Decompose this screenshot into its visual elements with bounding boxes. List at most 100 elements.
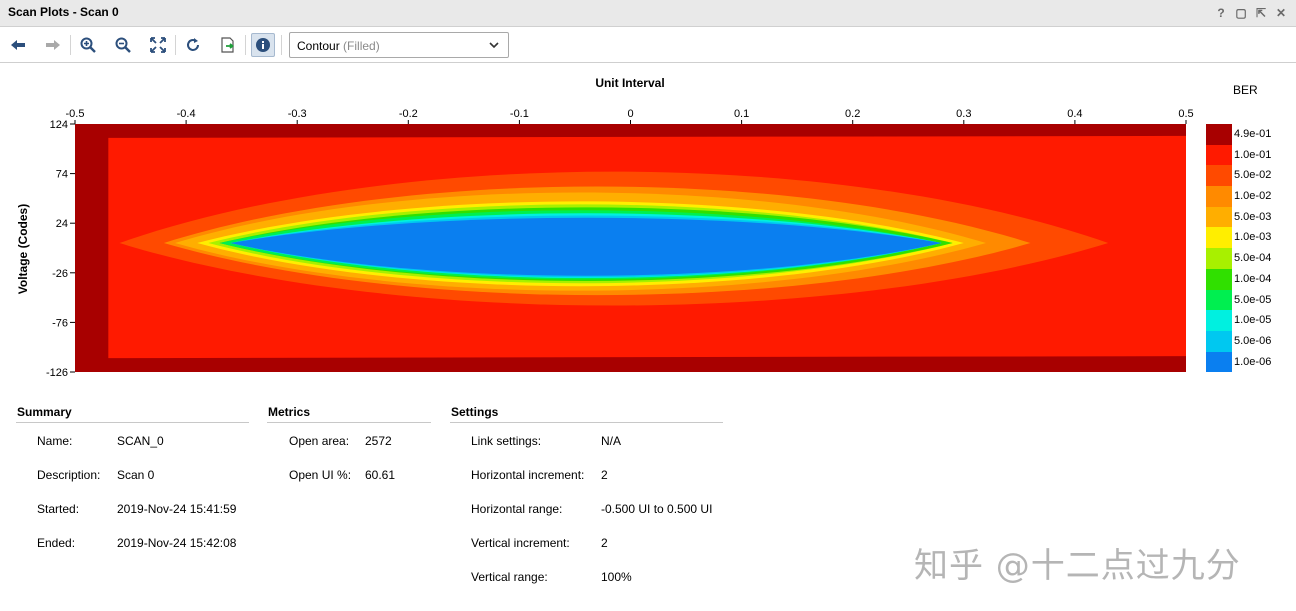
legend-swatch	[1206, 351, 1232, 373]
legend-entry: 5.0e-03	[1206, 206, 1286, 228]
legend-swatch	[1206, 144, 1232, 166]
summary-row: Description: Scan 0	[16, 457, 249, 491]
settings-panel: Settings Link settings: N/A Horizontal in…	[450, 405, 723, 593]
plot-type-value: Contour (Filled)	[297, 39, 380, 53]
float-icon[interactable]: ⇱	[1254, 5, 1268, 21]
metrics-value: 60.61	[365, 468, 396, 482]
x-tick-label: 0.3	[956, 108, 971, 120]
legend-swatch	[1206, 206, 1232, 228]
settings-row: Vertical range: 100%	[450, 559, 723, 593]
summary-value: 2019-Nov-24 15:41:59	[117, 502, 237, 516]
zoom-fit-icon	[150, 37, 166, 53]
legend-label: 5.0e-05	[1234, 293, 1272, 306]
legend-label: 5.0e-06	[1234, 334, 1272, 347]
refresh-button[interactable]	[181, 33, 205, 57]
export-icon	[221, 37, 234, 53]
close-icon[interactable]: ✕	[1274, 5, 1288, 21]
x-tick-label: 0.5	[1178, 108, 1193, 120]
legend-entry: 5.0e-02	[1206, 165, 1286, 187]
legend-swatch	[1206, 165, 1232, 187]
forward-button[interactable]	[41, 33, 65, 57]
settings-key: Link settings:	[471, 434, 542, 448]
y-tick-label: -26	[52, 268, 68, 280]
legend-entry: 1.0e-04	[1206, 268, 1286, 290]
colorbar-title: BER	[1233, 83, 1258, 97]
metrics-value: 2572	[365, 434, 392, 448]
help-icon[interactable]: ?	[1214, 5, 1228, 21]
legend-swatch	[1206, 330, 1232, 352]
settings-row: Horizontal increment: 2	[450, 457, 723, 491]
legend-label: 5.0e-02	[1234, 169, 1272, 182]
legend-label: 5.0e-03	[1234, 210, 1272, 223]
legend-entry: 1.0e-06	[1206, 351, 1286, 373]
x-tick-label: -0.5	[66, 108, 85, 120]
settings-row: Horizontal range: -0.500 UI to 0.500 UI	[450, 491, 723, 525]
y-tick-label: 124	[50, 119, 68, 131]
summary-row: Started: 2019-Nov-24 15:41:59	[16, 491, 249, 525]
zoom-out-button[interactable]	[111, 33, 135, 57]
summary-value: Scan 0	[117, 468, 155, 482]
legend-label: 1.0e-05	[1234, 314, 1272, 327]
x-axis-title: Unit Interval	[595, 76, 664, 90]
settings-value: 2	[601, 468, 608, 482]
metrics-row: Open UI %: 60.61	[267, 457, 431, 491]
legend-label: 5.0e-04	[1234, 252, 1272, 265]
colorbar-legend: 4.9e-01 1.0e-01 5.0e-02 1.0e-02 5.0e-03 1.0e-…	[1206, 124, 1286, 373]
metrics-row: Open area: 2572	[267, 423, 431, 457]
metrics-key: Open area:	[289, 434, 350, 448]
legend-label: 4.9e-01	[1234, 128, 1272, 140]
legend-swatch	[1206, 248, 1232, 269]
legend-entry: 5.0e-04	[1206, 248, 1286, 269]
settings-value: N/A	[601, 434, 622, 448]
restore-icon[interactable]: ▢	[1234, 5, 1248, 21]
legend-label: 1.0e-02	[1234, 190, 1272, 203]
summary-key: Description:	[37, 468, 101, 482]
zoom-in-icon	[80, 37, 96, 53]
settings-key: Vertical range:	[471, 570, 548, 584]
legend-entry: 1.0e-05	[1206, 310, 1286, 331]
settings-value: -0.500 UI to 0.500 UI	[601, 502, 713, 516]
x-tick-label: -0.3	[288, 108, 307, 120]
zoom-fit-button[interactable]	[146, 33, 170, 57]
legend-label: 1.0e-01	[1234, 148, 1272, 161]
summary-key: Name:	[37, 434, 73, 448]
legend-label: 1.0e-04	[1234, 272, 1272, 285]
legend-label: 1.0e-03	[1234, 231, 1272, 244]
info-toggle-button[interactable]	[251, 33, 275, 57]
legend-entry: 5.0e-06	[1206, 330, 1286, 352]
toolbar-separator	[245, 35, 246, 55]
settings-key: Horizontal increment:	[471, 468, 585, 482]
x-tick-label: 0	[627, 108, 633, 120]
plot-toolbar: Contour (Filled)	[0, 28, 1296, 63]
settings-row: Link settings: N/A	[450, 423, 723, 457]
zoom-in-button[interactable]	[76, 33, 100, 57]
metrics-key: Open UI %:	[289, 468, 352, 482]
export-button[interactable]	[216, 33, 240, 57]
y-tick-label: 74	[56, 169, 68, 181]
x-tick-label: 0.4	[1067, 108, 1082, 120]
summary-value: SCAN_0	[117, 434, 164, 448]
legend-swatch	[1206, 186, 1232, 207]
settings-key: Horizontal range:	[471, 502, 563, 516]
chevron-down-icon	[489, 42, 499, 49]
legend-entry: 1.0e-02	[1206, 186, 1286, 207]
settings-heading: Settings	[450, 405, 723, 423]
back-button[interactable]	[6, 33, 30, 57]
settings-value: 100%	[601, 570, 632, 584]
info-icon	[256, 38, 270, 52]
plot-type-label: Contour	[297, 39, 340, 53]
window-titlebar: Scan Plots - Scan 0 ? ▢ ⇱ ✕	[0, 0, 1296, 27]
refresh-icon	[187, 38, 199, 51]
plot-type-select[interactable]: Contour (Filled)	[289, 32, 509, 58]
summary-row: Ended: 2019-Nov-24 15:42:08	[16, 525, 249, 559]
legend-entry: 1.0e-01	[1206, 144, 1286, 166]
window-title: Scan Plots - Scan 0	[8, 5, 119, 19]
legend-swatch	[1206, 227, 1232, 249]
legend-entry: 1.0e-03	[1206, 227, 1286, 249]
x-tick-label: -0.1	[510, 108, 529, 120]
arrow-right-icon	[46, 40, 60, 50]
zoom-out-icon	[115, 37, 131, 53]
toolbar-separator	[175, 35, 176, 55]
y-tick-label: -76	[52, 317, 68, 329]
legend-swatch	[1206, 268, 1232, 290]
